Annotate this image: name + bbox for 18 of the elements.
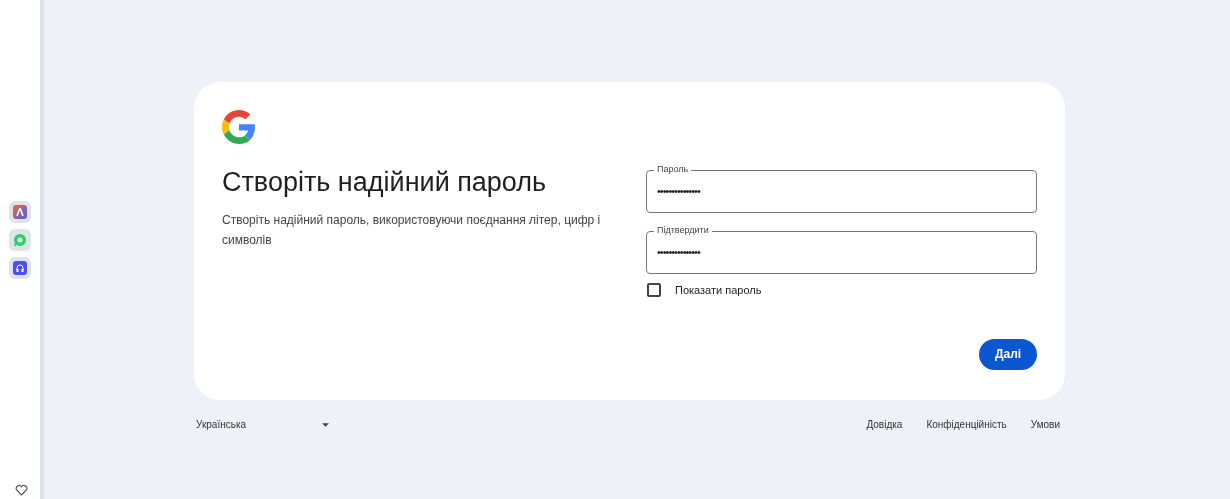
password-value: ••••••••••••••• xyxy=(657,245,700,261)
field-label: Підтвердити xyxy=(654,224,712,237)
page-subtitle: Створіть надійний пароль, використовуючи поєднання літер, цифр і символів xyxy=(222,212,602,249)
field-label: Пароль xyxy=(654,163,692,176)
show-password-label: Показати пароль xyxy=(675,283,762,298)
next-button[interactable]: Далі xyxy=(979,338,1037,370)
footer-link[interactable]: Умови xyxy=(1030,417,1060,432)
app-icon[interactable] xyxy=(9,201,31,223)
page-title: Створіть надійний пароль xyxy=(222,166,548,199)
caret-icon xyxy=(322,422,329,427)
logo-icon xyxy=(222,110,256,144)
heart-icon[interactable] xyxy=(15,484,28,496)
show-password-checkbox[interactable] xyxy=(647,283,661,298)
headphones-icon[interactable] xyxy=(9,257,31,279)
footer-link[interactable]: Довідка xyxy=(866,417,903,432)
password-value: ••••••••••••••• xyxy=(657,184,700,200)
footer-link[interactable]: Конфіденційність xyxy=(926,417,1007,432)
language-dropdown[interactable]: Українська xyxy=(196,417,329,432)
